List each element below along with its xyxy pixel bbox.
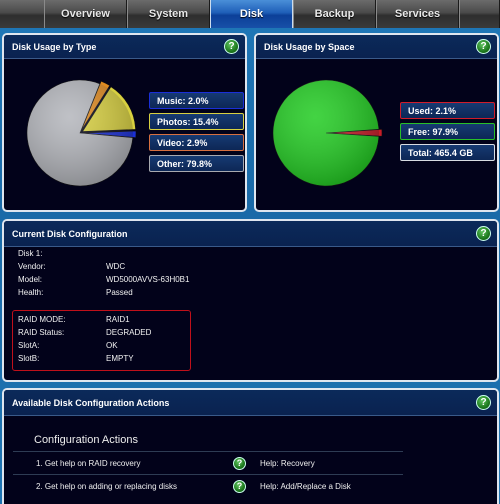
- raid-row-mode: RAID MODE: RAID1: [18, 313, 151, 326]
- legend-item-music: Music: 2.0%: [149, 92, 244, 109]
- panel-title: Disk Usage by Space: [264, 41, 355, 52]
- help-icon[interactable]: ?: [476, 226, 491, 241]
- divider: [13, 451, 403, 452]
- info-value: Passed: [106, 288, 133, 297]
- action-label: 2. Get help on adding or replacing disks: [36, 481, 177, 491]
- panel-header: Disk Usage by Space ?: [256, 35, 497, 59]
- raid-key: SlotB:: [18, 354, 40, 363]
- raid-row-slota: SlotA: OK: [18, 339, 151, 352]
- action-row-recovery: 1. Get help on RAID recovery ? Help: Rec…: [36, 456, 315, 470]
- legend-space: Used: 2.1% Free: 97.9% Total: 465.4 GB: [400, 102, 495, 161]
- help-icon[interactable]: ?: [233, 479, 246, 493]
- panel-title: Disk Usage by Type: [12, 41, 97, 52]
- raid-key: RAID Status:: [18, 328, 65, 337]
- disk-label: Disk 1:: [18, 249, 43, 258]
- raid-value: RAID1: [106, 315, 130, 324]
- raid-value: DEGRADED: [106, 328, 152, 337]
- tab-spacer: [0, 0, 44, 28]
- panel-title: Current Disk Configuration: [12, 228, 128, 239]
- raid-info: RAID MODE: RAID1 RAID Status: DEGRADED Slo…: [18, 313, 151, 365]
- info-value: WDC: [106, 262, 126, 271]
- panel-header: Available Disk Configuration Actions ?: [4, 390, 497, 416]
- legend-item-other: Other: 79.8%: [149, 155, 244, 172]
- help-icon[interactable]: ?: [224, 39, 239, 54]
- help-icon[interactable]: ?: [233, 456, 246, 470]
- legend-item-photos: Photos: 15.4%: [149, 113, 244, 130]
- tab-bar: Overview System Disk Backup Services: [0, 0, 500, 28]
- help-icon[interactable]: ?: [476, 395, 491, 410]
- legend-item-video: Video: 2.9%: [149, 134, 244, 151]
- panel-header: Disk Usage by Type ?: [4, 35, 245, 59]
- panel-title: Available Disk Configuration Actions: [12, 397, 170, 408]
- usage-by-type-panel: Disk Usage by Type ? Music: 2.0% Photos:…: [2, 33, 247, 212]
- usage-by-space-panel: Disk Usage by Space ? Used: 2.1% Free: 9…: [254, 33, 499, 212]
- tab-spacer-right: [459, 0, 500, 28]
- info-row-vendor: Vendor: WDC: [18, 260, 189, 273]
- raid-row-status: RAID Status: DEGRADED: [18, 326, 151, 339]
- info-value: WD5000AVVS-63H0B1: [106, 275, 190, 284]
- legend-item-total: Total: 465.4 GB: [400, 144, 495, 161]
- help-recovery-link[interactable]: Help: Recovery: [260, 459, 315, 468]
- tab-overview[interactable]: Overview: [44, 0, 127, 28]
- tab-system[interactable]: System: [127, 0, 210, 28]
- tab-backup[interactable]: Backup: [293, 0, 376, 28]
- pie-chart-type: [26, 79, 136, 187]
- action-row-add-replace: 2. Get help on adding or replacing disks…: [36, 479, 351, 493]
- raid-value: EMPTY: [106, 354, 134, 363]
- info-key: Vendor:: [18, 262, 46, 271]
- tab-disk[interactable]: Disk: [210, 0, 293, 28]
- help-add-replace-link[interactable]: Help: Add/Replace a Disk: [260, 482, 351, 491]
- raid-value: OK: [106, 341, 118, 350]
- help-icon[interactable]: ?: [476, 39, 491, 54]
- raid-key: RAID MODE:: [18, 315, 66, 324]
- info-row-model: Model: WD5000AVVS-63H0B1: [18, 273, 189, 286]
- info-key: Health:: [18, 288, 44, 297]
- action-label: 1. Get help on RAID recovery: [36, 458, 141, 468]
- raid-row-slotb: SlotB: EMPTY: [18, 352, 151, 365]
- actions-subtitle: Configuration Actions: [34, 434, 138, 446]
- disk-info: Disk 1: Vendor: WDC Model: WD5000AVVS-63H0…: [18, 247, 189, 299]
- legend-type: Music: 2.0% Photos: 15.4% Video: 2.9% Ot…: [149, 92, 244, 172]
- legend-item-used: Used: 2.1%: [400, 102, 495, 119]
- info-key: Model:: [18, 275, 43, 284]
- pie-chart-space: [272, 79, 383, 187]
- panel-header: Current Disk Configuration ?: [4, 221, 497, 247]
- divider: [13, 474, 403, 475]
- info-row-health: Health: Passed: [18, 286, 189, 299]
- tab-services[interactable]: Services: [376, 0, 459, 28]
- legend-item-free: Free: 97.9%: [400, 123, 495, 140]
- raid-key: SlotA:: [18, 341, 40, 350]
